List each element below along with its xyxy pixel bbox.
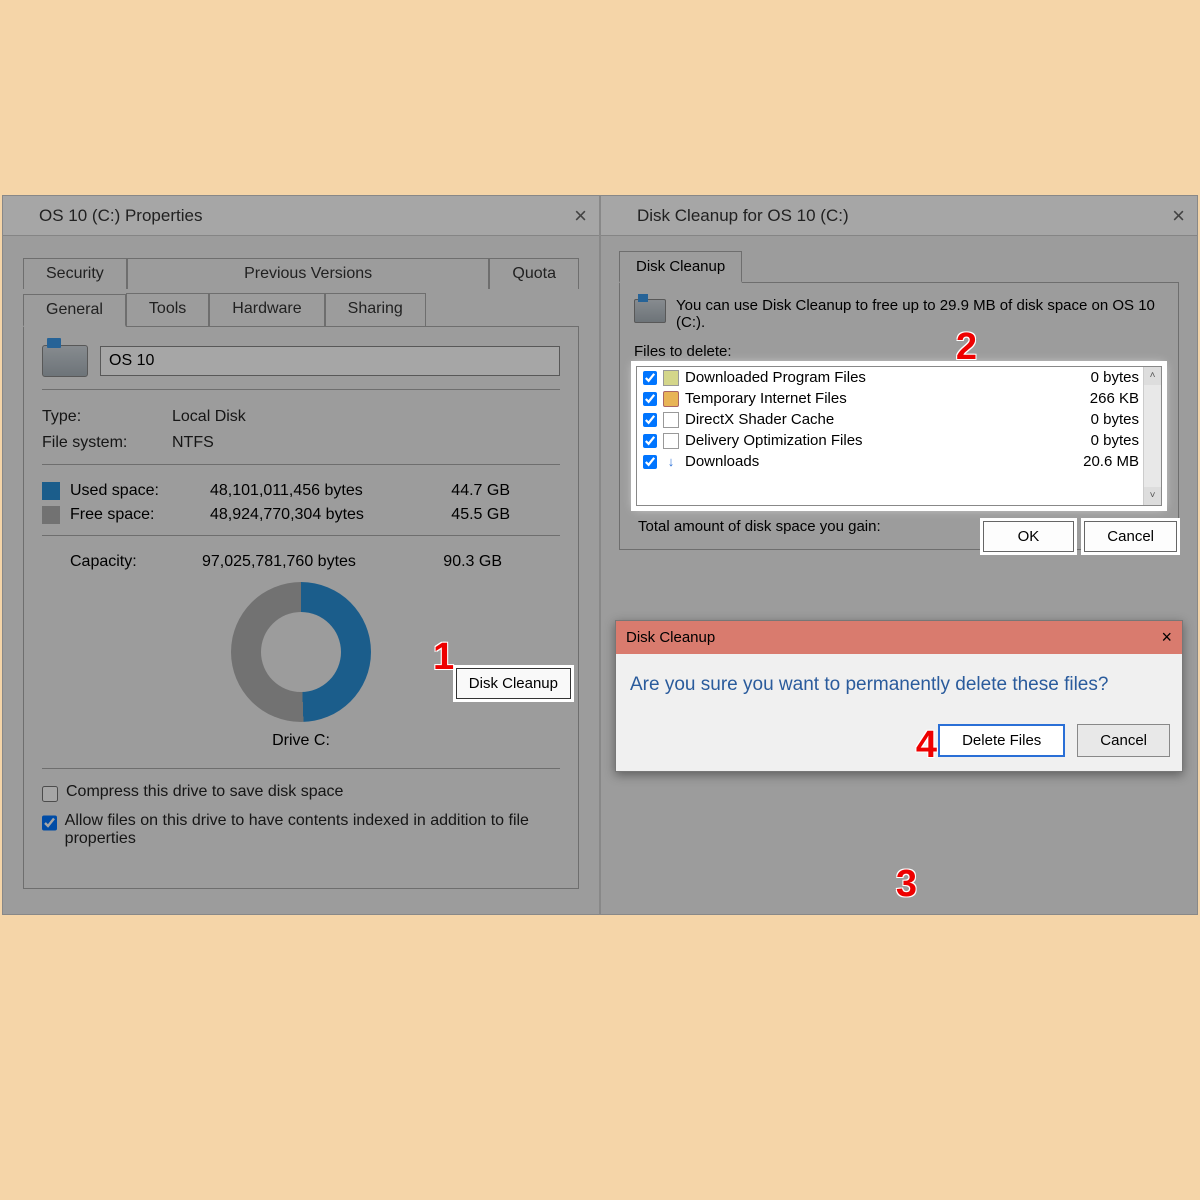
close-icon[interactable]: ×	[1172, 203, 1185, 229]
cleanup-titlebar: Disk Cleanup for OS 10 (C:) ×	[601, 196, 1197, 236]
compress-checkbox-row[interactable]: Compress this drive to save disk space	[42, 783, 560, 802]
file-row[interactable]: DirectX Shader Cache0 bytes	[637, 409, 1161, 430]
file-size: 0 bytes	[1069, 369, 1139, 386]
callout-2: 2	[956, 326, 977, 369]
properties-titlebar: OS 10 (C:) Properties ×	[3, 196, 599, 236]
cleanup-title: Disk Cleanup for OS 10 (C:)	[637, 206, 849, 226]
callout-1: 1	[433, 636, 454, 679]
capacity-donut	[231, 582, 371, 722]
callout-3: 3	[896, 863, 917, 906]
drive-icon	[11, 206, 31, 226]
confirm-message: Are you sure you want to permanently del…	[616, 654, 1182, 724]
tab-quota[interactable]: Quota	[489, 258, 579, 289]
close-icon[interactable]: ×	[574, 203, 587, 229]
index-checkbox[interactable]	[42, 815, 57, 831]
tab-previous-versions[interactable]: Previous Versions	[127, 258, 490, 289]
used-swatch	[42, 482, 60, 500]
file-size: 20.6 MB	[1069, 453, 1139, 470]
files-to-delete-label: Files to delete:	[634, 343, 1164, 360]
folder-icon	[663, 370, 679, 386]
free-gb: 45.5 GB	[430, 506, 510, 524]
compress-label: Compress this drive to save disk space	[66, 783, 343, 801]
file-name: Delivery Optimization Files	[685, 432, 1069, 449]
confirm-title: Disk Cleanup	[626, 629, 715, 646]
cleanup-window: Disk Cleanup for OS 10 (C:) × Disk Clean…	[600, 195, 1198, 915]
properties-title: OS 10 (C:) Properties	[39, 206, 202, 226]
file-checkbox[interactable]	[643, 371, 657, 385]
type-value: Local Disk	[172, 408, 246, 426]
file-checkbox[interactable]	[643, 413, 657, 427]
file-row[interactable]: Temporary Internet Files266 KB	[637, 388, 1161, 409]
type-label: Type:	[42, 408, 172, 426]
used-gb: 44.7 GB	[430, 482, 510, 500]
file-name: Temporary Internet Files	[685, 390, 1069, 407]
ok-button[interactable]: OK	[983, 521, 1075, 552]
tab-hardware[interactable]: Hardware	[209, 293, 324, 326]
drive-icon	[42, 345, 88, 377]
file-checkbox[interactable]	[643, 434, 657, 448]
cleanup-info: You can use Disk Cleanup to free up to 2…	[676, 297, 1164, 331]
tab-security[interactable]: Security	[23, 258, 127, 289]
file-size: 0 bytes	[1069, 432, 1139, 449]
free-bytes: 48,924,770,304 bytes	[210, 506, 430, 524]
tab-tools[interactable]: Tools	[126, 293, 209, 326]
file-icon	[663, 412, 679, 428]
properties-window: OS 10 (C:) Properties × Security Previou…	[2, 195, 600, 915]
file-row[interactable]: Downloaded Program Files0 bytes	[637, 367, 1161, 388]
fs-label: File system:	[42, 434, 172, 452]
lock-icon	[663, 391, 679, 407]
total-label: Total amount of disk space you gain:	[638, 518, 881, 535]
tab-general[interactable]: General	[23, 294, 126, 327]
drive-letter-label: Drive C:	[272, 732, 330, 750]
used-label: Used space:	[70, 482, 210, 500]
file-row[interactable]: ↓ Downloads20.6 MB	[637, 451, 1161, 472]
file-checkbox[interactable]	[643, 455, 657, 469]
file-size: 0 bytes	[1069, 411, 1139, 428]
compress-checkbox[interactable]	[42, 786, 58, 802]
cancel-button[interactable]: Cancel	[1084, 521, 1177, 552]
capacity-bytes: 97,025,781,760 bytes	[202, 553, 422, 571]
index-label: Allow files on this drive to have conten…	[65, 812, 560, 848]
file-row[interactable]: Delivery Optimization Files0 bytes	[637, 430, 1161, 451]
close-icon[interactable]: ×	[1161, 627, 1172, 648]
file-name: Downloaded Program Files	[685, 369, 1069, 386]
file-name: Downloads	[685, 453, 1069, 470]
scroll-up-icon[interactable]: ˄	[1144, 367, 1161, 385]
fs-value: NTFS	[172, 434, 214, 452]
scrollbar[interactable]: ˄ ˅	[1143, 367, 1161, 505]
scroll-down-icon[interactable]: ˅	[1144, 487, 1161, 505]
tab-disk-cleanup[interactable]: Disk Cleanup	[619, 251, 742, 283]
drive-name-input[interactable]	[100, 346, 560, 376]
cleanup-icon	[609, 206, 629, 226]
file-checkbox[interactable]	[643, 392, 657, 406]
disk-cleanup-button[interactable]: Disk Cleanup	[456, 668, 571, 699]
drive-icon	[634, 299, 666, 323]
capacity-label: Capacity:	[70, 553, 202, 571]
capacity-gb: 90.3 GB	[422, 553, 502, 571]
index-checkbox-row[interactable]: Allow files on this drive to have conten…	[42, 812, 560, 848]
used-bytes: 48,101,011,456 bytes	[210, 482, 430, 500]
tab-sharing[interactable]: Sharing	[325, 293, 426, 326]
callout-4: 4	[916, 724, 937, 767]
file-name: DirectX Shader Cache	[685, 411, 1069, 428]
file-icon	[663, 433, 679, 449]
file-size: 266 KB	[1069, 390, 1139, 407]
free-swatch	[42, 506, 60, 524]
cancel-button[interactable]: Cancel	[1077, 724, 1170, 757]
free-label: Free space:	[70, 506, 210, 524]
confirm-dialog: Disk Cleanup × Are you sure you want to …	[615, 620, 1183, 772]
file-list: Downloaded Program Files0 bytesTemporary…	[634, 364, 1164, 508]
delete-files-button[interactable]: Delete Files	[938, 724, 1065, 757]
down-icon: ↓	[663, 454, 679, 470]
